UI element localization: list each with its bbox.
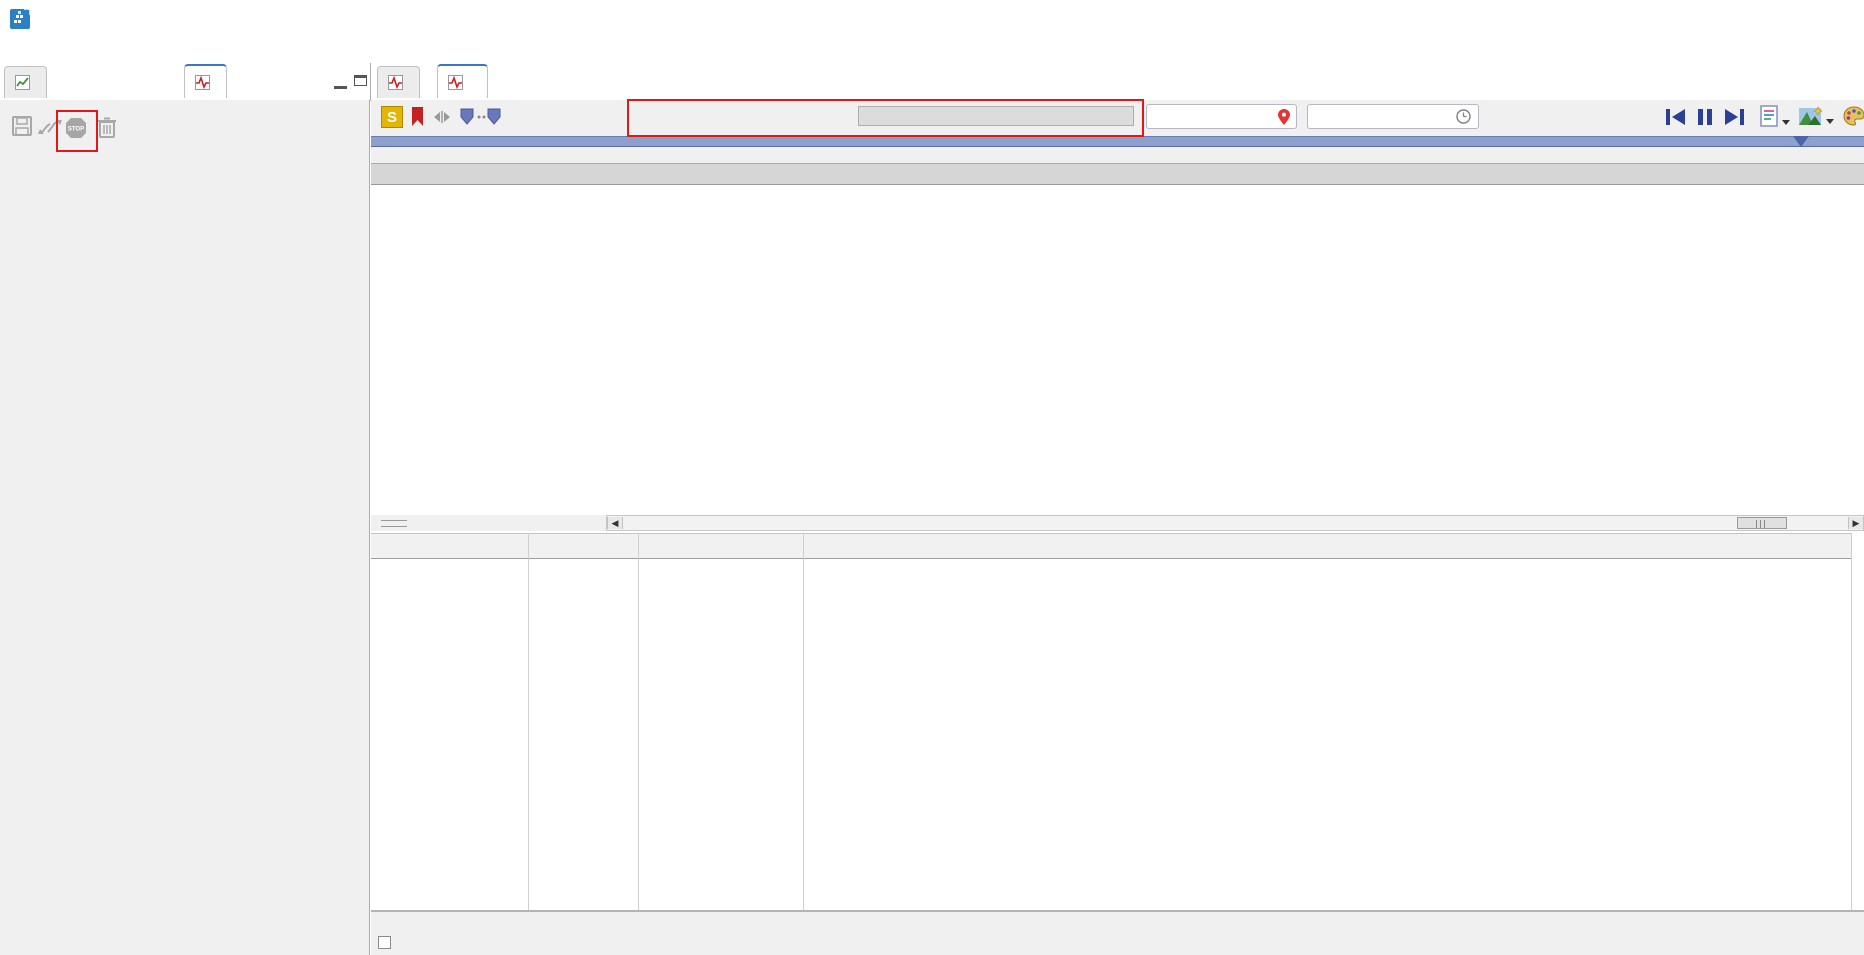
palette-icon[interactable] bbox=[1843, 106, 1864, 126]
main-tabbar bbox=[371, 63, 1864, 102]
bookmark-icon[interactable] bbox=[411, 106, 424, 128]
left-panel-tabbar bbox=[0, 63, 371, 101]
panel-maximize-icon[interactable] bbox=[354, 75, 367, 86]
maximize-button[interactable] bbox=[1749, 8, 1779, 30]
tab-start[interactable] bbox=[377, 66, 420, 98]
timeline-ruler-ticks[interactable] bbox=[371, 163, 1864, 185]
timeline-overview-scrollbar[interactable] bbox=[371, 136, 1864, 147]
chart-panel-splitter[interactable] bbox=[371, 515, 606, 531]
cross-section-markers-icon[interactable] bbox=[459, 108, 503, 126]
application-window: STOP S bbox=[0, 0, 1864, 955]
snap-icon[interactable] bbox=[433, 110, 451, 124]
start-tab-icon bbox=[388, 75, 403, 90]
tab-capture-control[interactable] bbox=[184, 64, 227, 98]
scroll-right-icon[interactable]: ▶ bbox=[1848, 517, 1863, 529]
menu-bar bbox=[0, 36, 1864, 63]
report-menu-button[interactable] bbox=[1759, 105, 1790, 132]
minimize-button[interactable] bbox=[1679, 8, 1709, 30]
process-table-body bbox=[371, 559, 1851, 840]
skip-to-start-icon[interactable] bbox=[1665, 107, 1687, 127]
timeline-position-marker[interactable] bbox=[1793, 136, 1809, 147]
chart-horizontal-scrollbar[interactable]: ◀ ▶ bbox=[606, 515, 1864, 531]
footer-bar bbox=[371, 912, 1864, 955]
process-table-header[interactable] bbox=[371, 533, 1851, 559]
chevron-down-icon bbox=[1826, 119, 1834, 124]
capture-tab-icon bbox=[448, 75, 463, 90]
goto-time-field[interactable] bbox=[1146, 104, 1297, 129]
column-divider bbox=[803, 533, 804, 910]
tab-streamline-data[interactable] bbox=[4, 66, 47, 98]
annotation-box-stop-button bbox=[56, 110, 98, 152]
title-bar bbox=[0, 0, 1864, 36]
capture-control-icon bbox=[195, 75, 210, 90]
column-divider bbox=[1851, 533, 1852, 910]
column-divider bbox=[528, 533, 529, 910]
report-icon bbox=[1759, 105, 1779, 127]
app-icon bbox=[10, 7, 32, 29]
column-divider bbox=[638, 533, 639, 910]
timeline-ruler-labels bbox=[371, 147, 1864, 163]
pin-icon[interactable] bbox=[1278, 109, 1290, 125]
save-icon bbox=[12, 116, 34, 138]
streamline-data-icon bbox=[15, 75, 30, 90]
annotation-box-analyzing bbox=[627, 99, 1144, 137]
panel-minimize-icon[interactable] bbox=[334, 75, 347, 89]
tab-capture-document[interactable] bbox=[437, 64, 488, 98]
skip-to-end-icon[interactable] bbox=[1723, 107, 1745, 127]
charts-icon bbox=[1799, 106, 1823, 126]
snippet-icon[interactable]: S bbox=[381, 106, 403, 128]
scrollbar-handle[interactable] bbox=[1737, 517, 1787, 529]
capture-control-panel: STOP bbox=[0, 100, 370, 955]
splitter-grip bbox=[381, 520, 407, 527]
chart-config-menu-button[interactable] bbox=[1799, 106, 1834, 131]
close-button[interactable] bbox=[1820, 8, 1850, 30]
capture-time-field[interactable] bbox=[1307, 104, 1479, 129]
chevron-down-icon bbox=[1782, 120, 1790, 125]
pause-icon[interactable] bbox=[1697, 107, 1713, 127]
scroll-left-icon[interactable]: ◀ bbox=[607, 517, 623, 529]
clock-icon bbox=[1456, 109, 1471, 124]
download-images-checkbox[interactable] bbox=[378, 936, 391, 949]
delete-icon bbox=[96, 116, 118, 140]
